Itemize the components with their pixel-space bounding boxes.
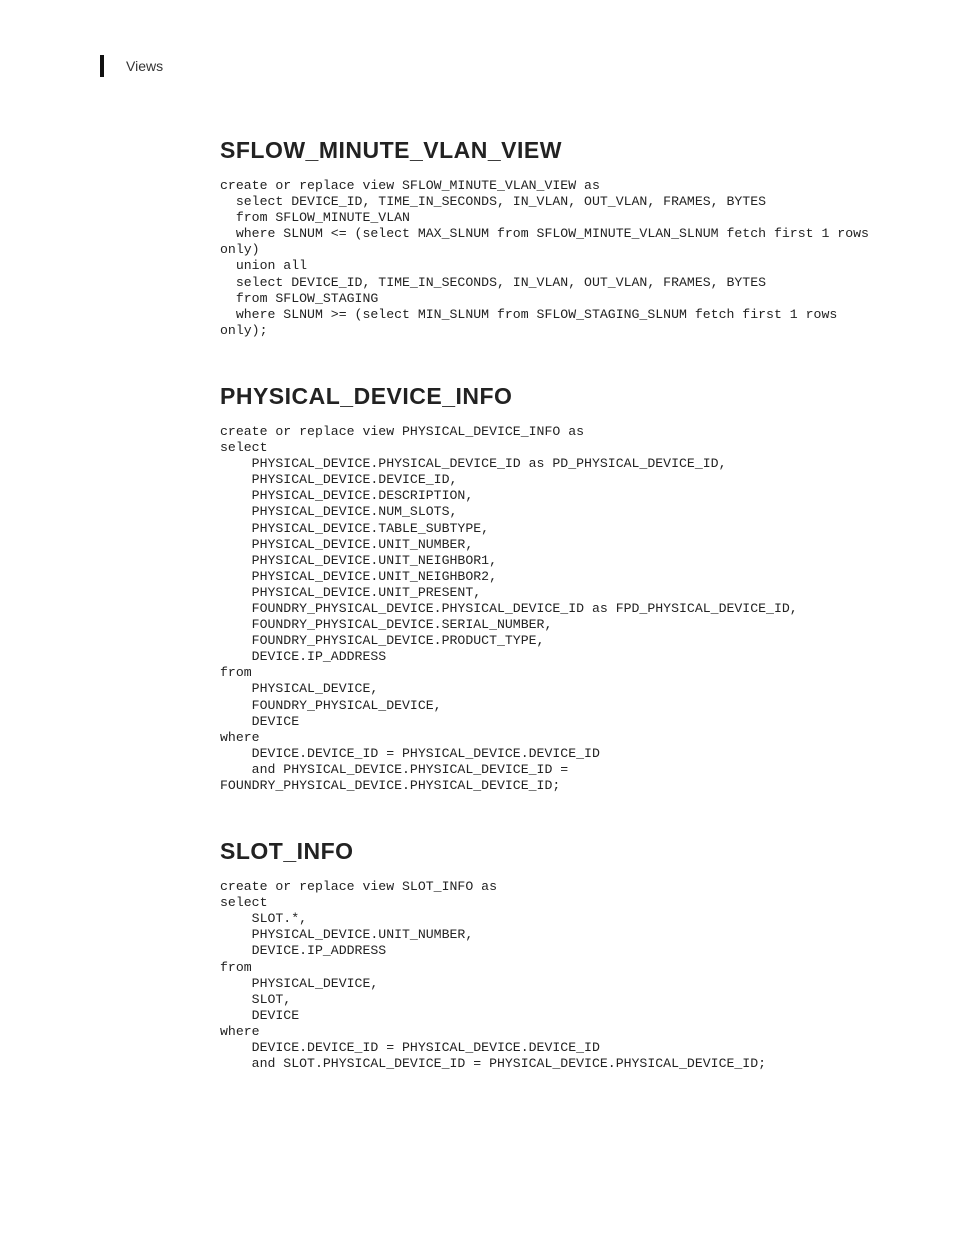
running-header: Views [100,55,874,77]
running-header-label: Views [126,58,163,74]
code-block-sflow-minute-vlan-view: create or replace view SFLOW_MINUTE_VLAN… [220,178,874,339]
header-divider-icon [100,55,104,77]
code-block-physical-device-info: create or replace view PHYSICAL_DEVICE_I… [220,424,874,794]
code-block-slot-info: create or replace view SLOT_INFO as sele… [220,879,874,1072]
section-title-physical-device-info: PHYSICAL_DEVICE_INFO [220,383,874,410]
page-content: SFLOW_MINUTE_VLAN_VIEW create or replace… [220,137,874,1072]
page: Views SFLOW_MINUTE_VLAN_VIEW create or r… [0,0,954,1235]
section-title-sflow-minute-vlan-view: SFLOW_MINUTE_VLAN_VIEW [220,137,874,164]
section-title-slot-info: SLOT_INFO [220,838,874,865]
